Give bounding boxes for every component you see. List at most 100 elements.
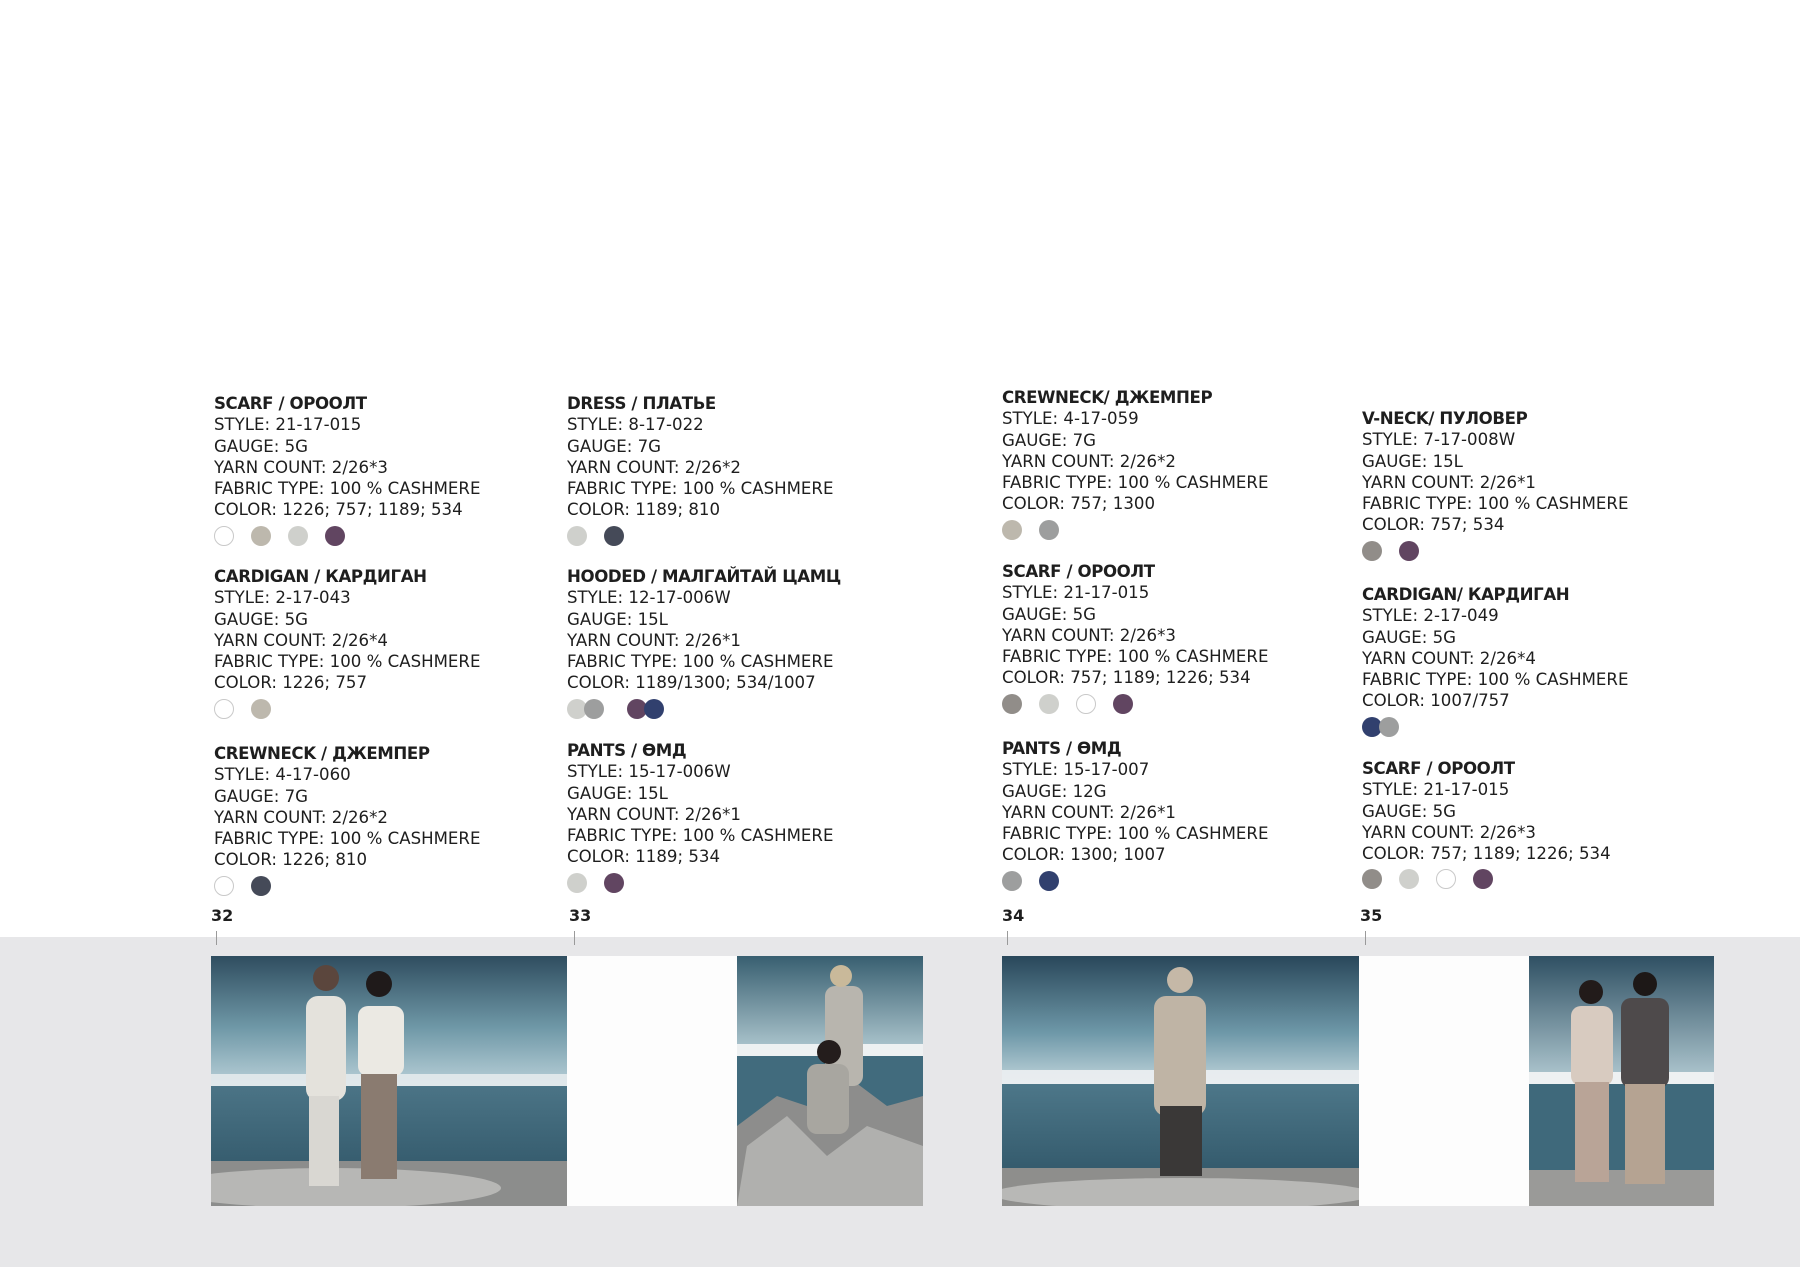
photo-woman-scarf bbox=[1002, 956, 1359, 1206]
product-spec-line: COLOR: 1007/757 bbox=[1362, 691, 1510, 711]
page-number: 32 bbox=[211, 906, 234, 925]
product-spec-line: YARN COUNT: 2/26*4 bbox=[214, 630, 388, 650]
product-spec-line: YARN COUNT: 2/26*1 bbox=[567, 630, 741, 650]
photo-two-women-rocks bbox=[737, 956, 923, 1206]
color-swatch bbox=[251, 698, 271, 719]
page-tick bbox=[216, 931, 217, 945]
product-spec-line: STYLE: 8-17-022 bbox=[567, 415, 704, 435]
product-spec-line: FABRIC TYPE: 100 % CASHMERE bbox=[567, 826, 834, 846]
color-swatches bbox=[1002, 868, 1268, 894]
product-spec-line: GAUGE: 5G bbox=[214, 436, 308, 456]
color-swatch bbox=[1002, 693, 1022, 714]
product-title: SCARF / ОРООЛТ bbox=[214, 394, 367, 413]
color-swatch bbox=[1436, 869, 1456, 890]
color-swatch bbox=[214, 525, 234, 546]
product-block: CARDIGAN/ КАРДИГАН STYLE: 2-17-049 GAUGE: … bbox=[1362, 584, 1628, 740]
color-swatch bbox=[288, 525, 308, 546]
product-spec-line: COLOR: 1226; 757; 1189; 534 bbox=[214, 500, 463, 520]
page-tick bbox=[574, 931, 575, 945]
product-block: SCARF / ОРООЛТ STYLE: 21-17-015 GAUGE: 5G Y… bbox=[1362, 758, 1611, 892]
product-spec-line: YARN COUNT: 2/26*1 bbox=[1362, 472, 1536, 492]
product-block: CREWNECK/ ДЖЕМПЕР STYLE: 4-17-059 GAUGE: 7… bbox=[1002, 387, 1268, 543]
color-swatches bbox=[1002, 691, 1268, 717]
product-spec-line: FABRIC TYPE: 100 % CASHMERE bbox=[214, 829, 481, 849]
product-spec-line: STYLE: 4-17-060 bbox=[214, 765, 351, 785]
color-swatch bbox=[325, 525, 345, 546]
color-swatch bbox=[1076, 693, 1096, 714]
color-swatch bbox=[1039, 870, 1059, 891]
product-spec-line: COLOR: 1189/1300; 534/1007 bbox=[567, 673, 816, 693]
page-number: 35 bbox=[1360, 906, 1383, 925]
color-swatches bbox=[1362, 538, 1628, 564]
color-swatch bbox=[1002, 870, 1022, 891]
product-spec-line: YARN COUNT: 2/26*3 bbox=[1362, 822, 1536, 842]
product-title: HOODED / МАЛГАЙТАЙ ЦАМЦ bbox=[567, 567, 841, 586]
product-title: PANTS / ӨМД bbox=[1002, 739, 1122, 758]
product-spec-line: FABRIC TYPE: 100 % CASHMERE bbox=[1362, 670, 1629, 690]
product-spec-line: COLOR: 757; 1189; 1226; 534 bbox=[1002, 668, 1251, 688]
color-swatch bbox=[214, 698, 234, 719]
color-swatches bbox=[214, 873, 480, 899]
page-tick bbox=[1007, 931, 1008, 945]
product-spec-line: GAUGE: 7G bbox=[214, 786, 308, 806]
color-swatch bbox=[1473, 869, 1493, 890]
product-spec-line: YARN COUNT: 2/26*3 bbox=[214, 457, 388, 477]
product-block: PANTS / ӨМД STYLE: 15-17-007 GAUGE: 12G YAR… bbox=[1002, 738, 1268, 894]
product-block: PANTS / ӨМД STYLE: 15-17-006W GAUGE: 15L YA… bbox=[567, 740, 833, 896]
product-spec-line: GAUGE: 5G bbox=[1362, 801, 1456, 821]
color-swatch bbox=[251, 525, 271, 546]
color-swatches bbox=[1362, 866, 1611, 892]
product-spec-line: COLOR: 757; 534 bbox=[1362, 515, 1505, 535]
color-swatch bbox=[1113, 693, 1133, 714]
product-spec-line: COLOR: 757; 1189; 1226; 534 bbox=[1362, 844, 1611, 864]
product-spec-line: COLOR: 1189; 534 bbox=[567, 847, 721, 867]
color-swatch bbox=[567, 525, 587, 546]
photo-couple-cardigan bbox=[211, 956, 567, 1206]
product-spec-line: STYLE: 21-17-015 bbox=[1362, 780, 1510, 800]
color-swatches bbox=[214, 523, 480, 549]
product-title: DRESS / ПЛАТЬЕ bbox=[567, 394, 716, 413]
color-swatch bbox=[1039, 519, 1059, 540]
product-spec-line: GAUGE: 5G bbox=[1002, 604, 1096, 624]
product-spec-line: YARN COUNT: 2/26*4 bbox=[1362, 648, 1536, 668]
color-swatches bbox=[1362, 714, 1628, 740]
product-spec-line: FABRIC TYPE: 100 % CASHMERE bbox=[1002, 473, 1269, 493]
product-spec-line: GAUGE: 15L bbox=[567, 609, 668, 629]
product-block: SCARF / ОРООЛТ STYLE: 21-17-015 GAUGE: 5G Y… bbox=[1002, 561, 1268, 717]
product-spec-line: STYLE: 12-17-006W bbox=[567, 588, 731, 608]
color-swatch bbox=[1362, 540, 1382, 561]
product-block: HOODED / МАЛГАЙТАЙ ЦАМЦ STYLE: 12-17-006W… bbox=[567, 566, 841, 722]
product-spec-line: STYLE: 7-17-008W bbox=[1362, 430, 1516, 450]
blank-gap bbox=[567, 956, 737, 1206]
product-spec-line: YARN COUNT: 2/26*2 bbox=[567, 457, 741, 477]
color-swatches bbox=[567, 870, 833, 896]
product-spec-line: STYLE: 21-17-015 bbox=[1002, 583, 1150, 603]
product-spec-line: GAUGE: 5G bbox=[1362, 627, 1456, 647]
color-swatch bbox=[1002, 519, 1022, 540]
color-swatches bbox=[567, 696, 841, 722]
product-spec-line: FABRIC TYPE: 100 % CASHMERE bbox=[214, 652, 481, 672]
color-swatch bbox=[644, 698, 664, 719]
product-spec-line: FABRIC TYPE: 100 % CASHMERE bbox=[1002, 647, 1269, 667]
product-spec-line: GAUGE: 15L bbox=[567, 783, 668, 803]
color-swatch bbox=[1039, 693, 1059, 714]
product-block: CARDIGAN / КАРДИГАН STYLE: 2-17-043 GAUGE:… bbox=[214, 566, 480, 722]
page-number: 33 bbox=[569, 906, 592, 925]
color-swatches bbox=[567, 523, 833, 549]
product-title: PANTS / ӨМД bbox=[567, 741, 687, 760]
blank-gap bbox=[1359, 956, 1529, 1206]
product-spec-line: COLOR: 1226; 810 bbox=[214, 850, 368, 870]
product-spec-line: STYLE: 2-17-049 bbox=[1362, 606, 1499, 626]
color-swatch bbox=[1379, 716, 1399, 737]
product-spec-line: COLOR: 1226; 757 bbox=[214, 673, 368, 693]
product-title: SCARF / ОРООЛТ bbox=[1002, 562, 1155, 581]
product-spec-line: FABRIC TYPE: 100 % CASHMERE bbox=[1362, 494, 1629, 514]
color-swatches bbox=[1002, 517, 1268, 543]
product-spec-line: YARN COUNT: 2/26*1 bbox=[1002, 802, 1176, 822]
product-spec-line: STYLE: 21-17-015 bbox=[214, 415, 362, 435]
product-spec-line: FABRIC TYPE: 100 % CASHMERE bbox=[1002, 824, 1269, 844]
photo-couple-knitwear bbox=[1529, 956, 1714, 1206]
product-block: SCARF / ОРООЛТ STYLE: 21-17-015 GAUGE: 5G Y… bbox=[214, 393, 480, 549]
product-spec-line: YARN COUNT: 2/26*2 bbox=[1002, 451, 1176, 471]
product-spec-line: YARN COUNT: 2/26*2 bbox=[214, 807, 388, 827]
